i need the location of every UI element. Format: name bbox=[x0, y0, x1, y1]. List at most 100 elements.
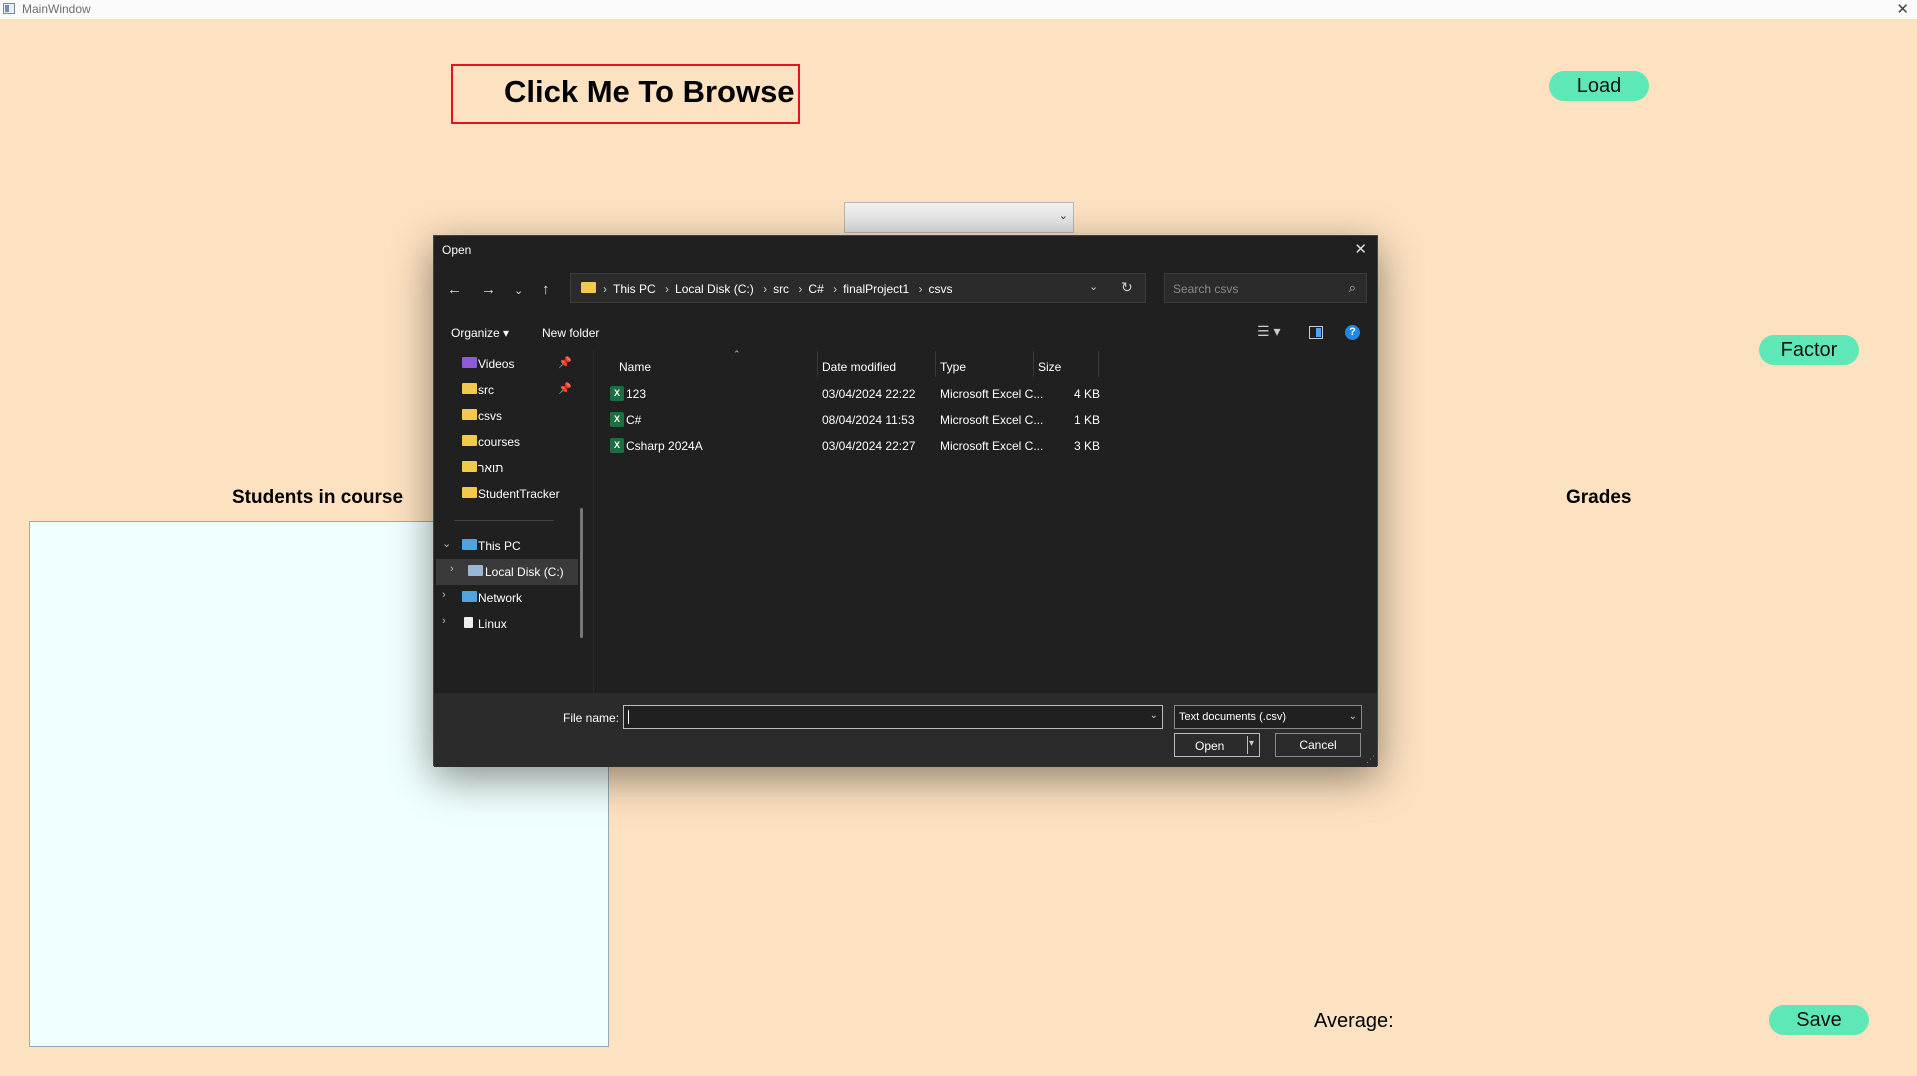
nav-item-degree[interactable]: תואר bbox=[434, 455, 584, 481]
search-input[interactable]: Search csvs ⌕ bbox=[1164, 273, 1367, 303]
column-divider[interactable] bbox=[1098, 351, 1099, 377]
resize-grip-icon[interactable]: ⋰ bbox=[1366, 754, 1375, 765]
excel-csv-icon: X bbox=[610, 386, 624, 401]
students-label: Students in course bbox=[232, 487, 404, 508]
nav-item-label: Network bbox=[478, 591, 523, 605]
text-caret bbox=[628, 710, 629, 724]
open-file-dialog: Open ✕ ← → ⌄ ↑ › This PC › Local Disk (C:)… bbox=[433, 235, 1380, 767]
nav-item-label: Videos bbox=[478, 357, 515, 371]
column-header-size[interactable]: Size bbox=[1038, 360, 1061, 374]
chevron-right-icon[interactable]: › bbox=[442, 589, 446, 601]
nav-item-local-disk[interactable]: › Local Disk (C:) bbox=[436, 559, 578, 585]
chevron-down-icon: ⌄ bbox=[1348, 711, 1357, 722]
breadcrumb: › This PC › Local Disk (C:) › src › C# › fina… bbox=[603, 282, 953, 296]
search-placeholder: Search csvs bbox=[1173, 282, 1239, 296]
up-arrow-icon[interactable]: ↑ bbox=[542, 281, 550, 298]
nav-item-this-pc[interactable]: ⌄ This PC bbox=[434, 533, 584, 559]
dialog-toolbar: Organize ▾ New folder ☰ ▾ ? bbox=[434, 320, 1377, 348]
back-arrow-icon[interactable]: ← bbox=[447, 281, 462, 298]
breadcrumb-item[interactable]: csvs bbox=[928, 282, 952, 296]
address-bar[interactable]: › This PC › Local Disk (C:) › src › C# › fina… bbox=[570, 273, 1146, 303]
nav-item-label: csvs bbox=[478, 409, 502, 423]
file-type: Microsoft Excel C... bbox=[940, 439, 1044, 453]
view-options-icon[interactable]: ☰ ▾ bbox=[1257, 323, 1280, 340]
nav-item-label: Linux bbox=[478, 617, 507, 631]
address-history-chevron-icon[interactable]: ⌄ bbox=[1089, 280, 1098, 293]
window-title-bar: MainWindow ✕ bbox=[0, 0, 1917, 19]
file-size: 4 KB bbox=[1074, 387, 1101, 401]
factor-button[interactable]: Factor bbox=[1759, 335, 1859, 365]
open-options-chevron-icon[interactable]: ▾ bbox=[1249, 738, 1254, 749]
pin-icon[interactable]: 📌 bbox=[558, 382, 572, 395]
network-icon bbox=[462, 591, 477, 602]
nav-divider bbox=[454, 520, 554, 521]
excel-csv-icon: X bbox=[610, 438, 624, 453]
help-icon[interactable]: ? bbox=[1345, 325, 1360, 340]
app-icon bbox=[3, 3, 15, 14]
nav-item-network[interactable]: › Network bbox=[434, 585, 584, 611]
file-row[interactable]: X Csharp 2024A 03/04/2024 22:27 Microsof… bbox=[594, 433, 1380, 459]
search-icon: ⌕ bbox=[1348, 280, 1356, 295]
load-button[interactable]: Load bbox=[1549, 71, 1649, 101]
computer-icon bbox=[462, 539, 477, 550]
navigation-pane: Videos 📌 src 📌 csvs courses תואר Student… bbox=[434, 351, 584, 693]
nav-item-linux[interactable]: › Linux bbox=[434, 611, 584, 637]
nav-item-src[interactable]: src 📌 bbox=[434, 377, 584, 403]
file-type-filter[interactable]: Text documents (.csv) ⌄ bbox=[1174, 705, 1362, 729]
column-header-type[interactable]: Type bbox=[940, 360, 966, 374]
nav-item-label: courses bbox=[478, 435, 521, 449]
nav-item-csvs[interactable]: csvs bbox=[434, 403, 584, 429]
breadcrumb-item[interactable]: finalProject1 bbox=[843, 282, 909, 296]
column-divider[interactable] bbox=[817, 351, 818, 377]
window-title: MainWindow bbox=[22, 2, 91, 16]
file-row[interactable]: X 123 03/04/2024 22:22 Microsoft Excel C… bbox=[594, 381, 1380, 407]
file-size: 3 KB bbox=[1074, 439, 1101, 453]
open-button-label: Open bbox=[1195, 739, 1225, 753]
nav-item-label: Local Disk (C:) bbox=[485, 565, 564, 579]
file-row[interactable]: X C# 08/04/2024 11:53 Microsoft Excel C.… bbox=[594, 407, 1380, 433]
chevron-down-icon[interactable]: ⌄ bbox=[442, 537, 451, 550]
forward-arrow-icon[interactable]: → bbox=[481, 281, 496, 298]
file-name: C# bbox=[626, 413, 642, 427]
column-divider[interactable] bbox=[1033, 351, 1034, 377]
save-button[interactable]: Save bbox=[1769, 1005, 1869, 1035]
recent-locations-chevron-icon[interactable]: ⌄ bbox=[514, 284, 523, 297]
column-header-name[interactable]: Name bbox=[619, 360, 651, 374]
open-button[interactable]: Open ▾ bbox=[1174, 733, 1260, 757]
nav-item-videos[interactable]: Videos 📌 bbox=[434, 351, 584, 377]
chevron-right-icon[interactable]: › bbox=[442, 615, 446, 627]
breadcrumb-item[interactable]: C# bbox=[808, 282, 823, 296]
chevron-down-icon: ⌄ bbox=[1058, 210, 1068, 222]
breadcrumb-item[interactable]: This PC bbox=[613, 282, 656, 296]
new-folder-button[interactable]: New folder bbox=[542, 326, 599, 340]
column-header-date[interactable]: Date modified bbox=[822, 360, 896, 374]
breadcrumb-item[interactable]: Local Disk (C:) bbox=[675, 282, 754, 296]
refresh-icon[interactable]: ↻ bbox=[1121, 279, 1133, 296]
course-combobox[interactable]: ⌄ bbox=[844, 202, 1074, 233]
preview-pane-icon[interactable] bbox=[1309, 326, 1323, 339]
nav-item-courses[interactable]: courses bbox=[434, 429, 584, 455]
chevron-down-icon[interactable]: ⌄ bbox=[1150, 710, 1158, 721]
drive-icon bbox=[468, 565, 483, 576]
chevron-right-icon[interactable]: › bbox=[450, 563, 454, 575]
column-divider[interactable] bbox=[935, 351, 936, 377]
nav-item-label: תואר bbox=[478, 461, 504, 475]
dialog-close-icon[interactable]: ✕ bbox=[1354, 240, 1367, 258]
file-name: 123 bbox=[626, 387, 647, 401]
file-type: Microsoft Excel C... bbox=[940, 413, 1044, 427]
pin-icon[interactable]: 📌 bbox=[558, 356, 572, 369]
file-name-input[interactable]: ⌄ bbox=[623, 705, 1163, 729]
file-type-filter-value: Text documents (.csv) bbox=[1179, 711, 1286, 723]
nav-scrollbar[interactable] bbox=[580, 508, 583, 638]
file-date: 03/04/2024 22:22 bbox=[822, 387, 916, 401]
window-close-icon[interactable]: ✕ bbox=[1896, 0, 1909, 18]
organize-button[interactable]: Organize ▾ bbox=[451, 326, 509, 340]
cancel-button[interactable]: Cancel bbox=[1275, 733, 1361, 757]
nav-item-studenttracker[interactable]: StudentTracker bbox=[434, 481, 584, 507]
linux-icon bbox=[464, 617, 473, 628]
grades-label: Grades bbox=[1566, 487, 1632, 508]
breadcrumb-item[interactable]: src bbox=[773, 282, 789, 296]
folder-icon bbox=[581, 282, 596, 293]
browse-button[interactable]: Click Me To Browse bbox=[451, 64, 800, 124]
folder-icon bbox=[462, 435, 477, 446]
